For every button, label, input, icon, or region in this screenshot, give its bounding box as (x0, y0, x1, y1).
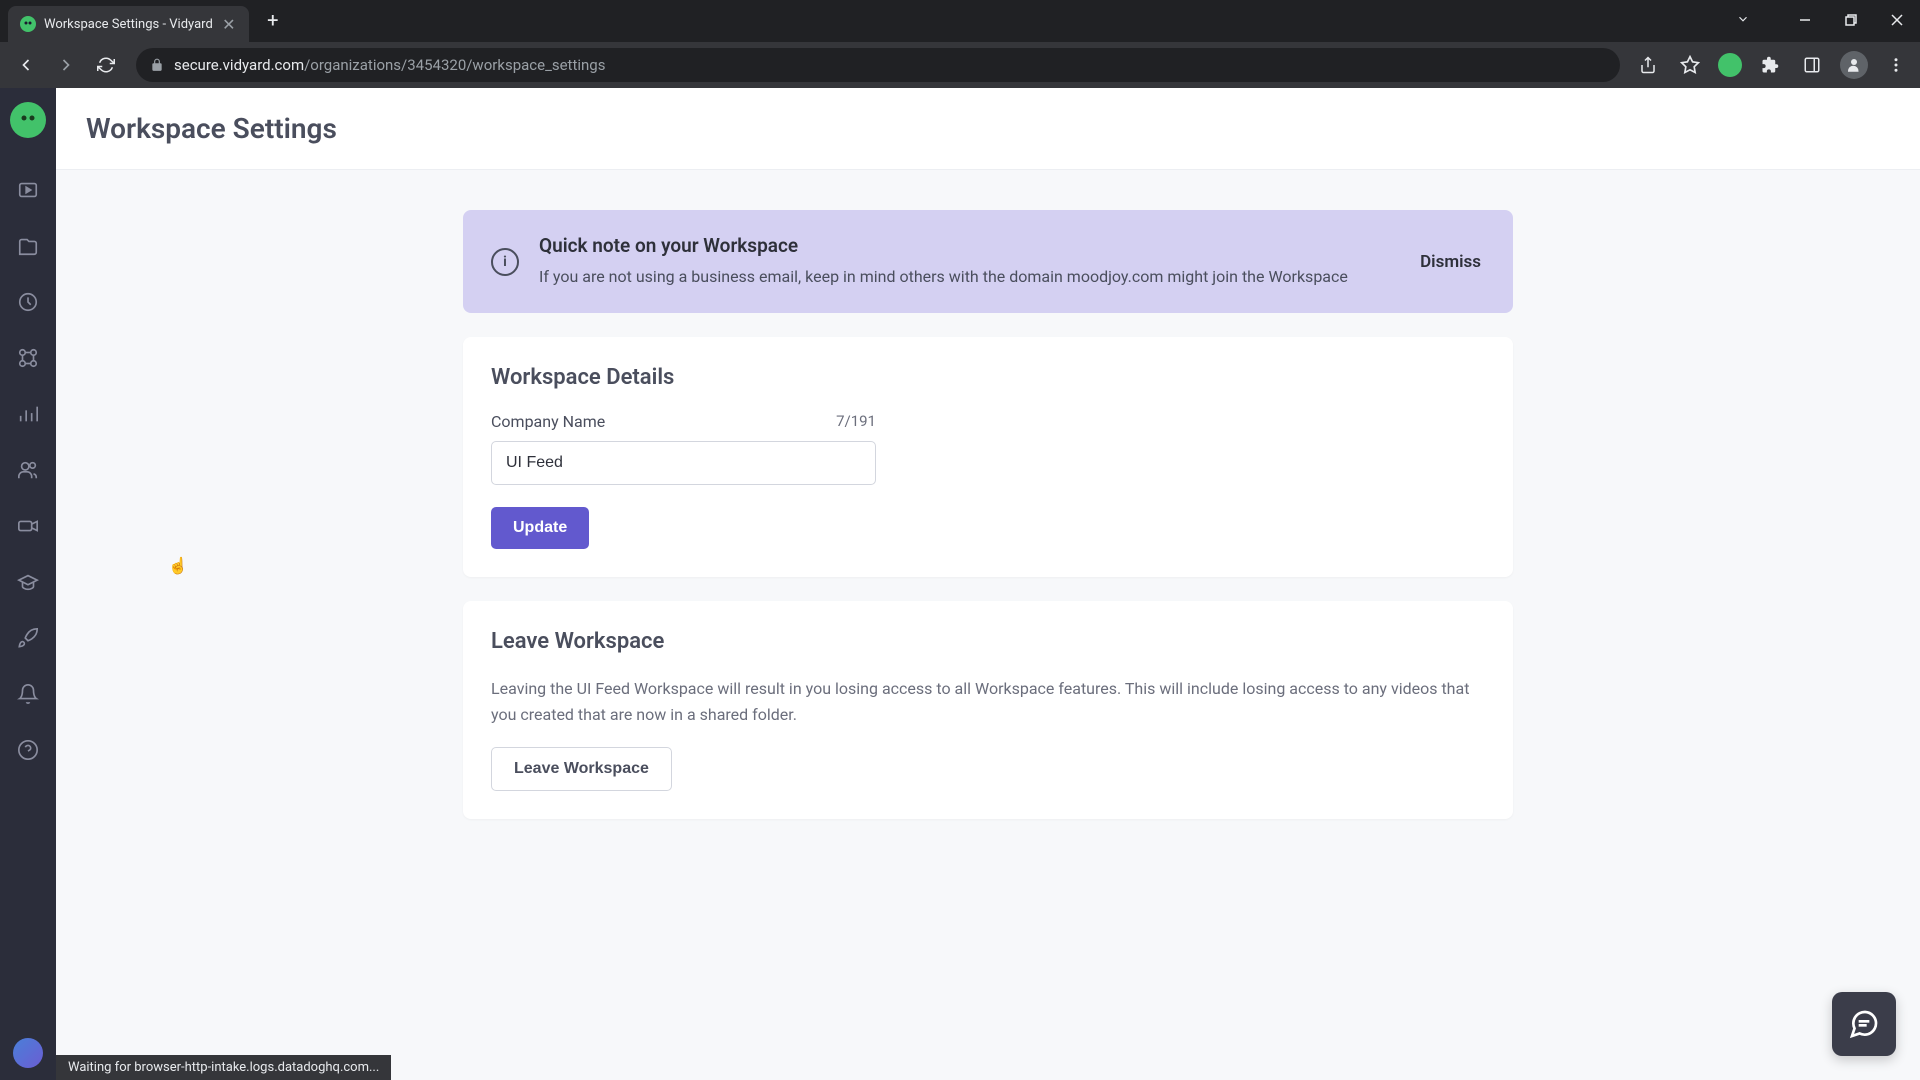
card-title: Leave Workspace (491, 629, 1485, 654)
workspace-alert: i Quick note on your Workspace If you ar… (463, 210, 1513, 313)
char-count: 7/191 (836, 412, 876, 431)
main-content: Workspace Settings i Quick note on your … (56, 88, 1920, 1080)
reload-button[interactable] (90, 49, 122, 81)
company-name-input[interactable] (491, 441, 876, 485)
new-tab-button[interactable]: + (259, 6, 287, 34)
close-icon[interactable]: ✕ (221, 16, 237, 32)
favicon-icon (20, 16, 36, 32)
close-window-button[interactable] (1874, 0, 1920, 40)
leave-workspace-button[interactable]: Leave Workspace (491, 747, 672, 791)
browser-tab-active[interactable]: Workspace Settings - Vidyard ✕ (8, 6, 249, 42)
integrations-icon[interactable] (8, 338, 48, 378)
rocket-icon[interactable] (8, 618, 48, 658)
tab-dropdown-icon[interactable] (1736, 12, 1750, 26)
help-icon[interactable] (8, 730, 48, 770)
minimize-button[interactable] (1782, 0, 1828, 40)
url-text: secure.vidyard.com/organizations/3454320… (174, 56, 1606, 74)
maximize-button[interactable] (1828, 0, 1874, 40)
lock-icon (150, 58, 164, 72)
chat-widget-button[interactable] (1832, 992, 1896, 1056)
browser-chrome: Workspace Settings - Vidyard ✕ + (0, 0, 1920, 88)
page-header: Workspace Settings (56, 88, 1920, 170)
leave-workspace-card: Leave Workspace Leaving the UI Feed Work… (463, 601, 1513, 819)
dashboard-icon[interactable] (8, 282, 48, 322)
academy-icon[interactable] (8, 562, 48, 602)
tab-bar: Workspace Settings - Vidyard ✕ + (0, 0, 1920, 42)
sidebar (0, 88, 56, 1080)
rooms-icon[interactable] (8, 226, 48, 266)
app-logo-icon[interactable] (10, 102, 46, 138)
address-bar: secure.vidyard.com/organizations/3454320… (0, 42, 1920, 88)
app-body: Workspace Settings i Quick note on your … (0, 88, 1920, 1080)
card-title: Workspace Details (491, 365, 1485, 390)
share-icon[interactable] (1634, 51, 1662, 79)
channels-icon[interactable] (8, 506, 48, 546)
analytics-icon[interactable] (8, 394, 48, 434)
extensions-icon[interactable] (1756, 51, 1784, 79)
team-icon[interactable] (8, 450, 48, 490)
window-controls (1782, 0, 1920, 40)
tab-title: Workspace Settings - Vidyard (44, 17, 213, 32)
sidepanel-icon[interactable] (1798, 51, 1826, 79)
cursor-icon: ☝ (168, 556, 188, 575)
dismiss-button[interactable]: Dismiss (1416, 244, 1485, 280)
info-icon: i (491, 248, 519, 276)
videos-icon[interactable] (8, 170, 48, 210)
page-title: Workspace Settings (86, 112, 1890, 145)
forward-button[interactable] (50, 49, 82, 81)
alert-text: If you are not using a business email, k… (539, 265, 1396, 289)
workspace-details-card: Workspace Details Company Name 7/191 Upd… (463, 337, 1513, 577)
url-bar[interactable]: secure.vidyard.com/organizations/3454320… (136, 48, 1620, 82)
leave-description: Leaving the UI Feed Workspace will resul… (491, 676, 1485, 727)
company-name-label: Company Name (491, 412, 605, 431)
toolbar-icons (1634, 51, 1910, 79)
extension-badge-icon[interactable] (1718, 53, 1742, 77)
star-icon[interactable] (1676, 51, 1704, 79)
update-button[interactable]: Update (491, 507, 589, 549)
status-bar: Waiting for browser-http-intake.logs.dat… (56, 1055, 391, 1080)
back-button[interactable] (10, 49, 42, 81)
user-avatar-icon[interactable] (13, 1038, 43, 1068)
menu-icon[interactable] (1882, 51, 1910, 79)
content-area: i Quick note on your Workspace If you ar… (56, 170, 1920, 859)
notifications-icon[interactable] (8, 674, 48, 714)
profile-avatar-icon[interactable] (1840, 51, 1868, 79)
alert-title: Quick note on your Workspace (539, 234, 1396, 257)
